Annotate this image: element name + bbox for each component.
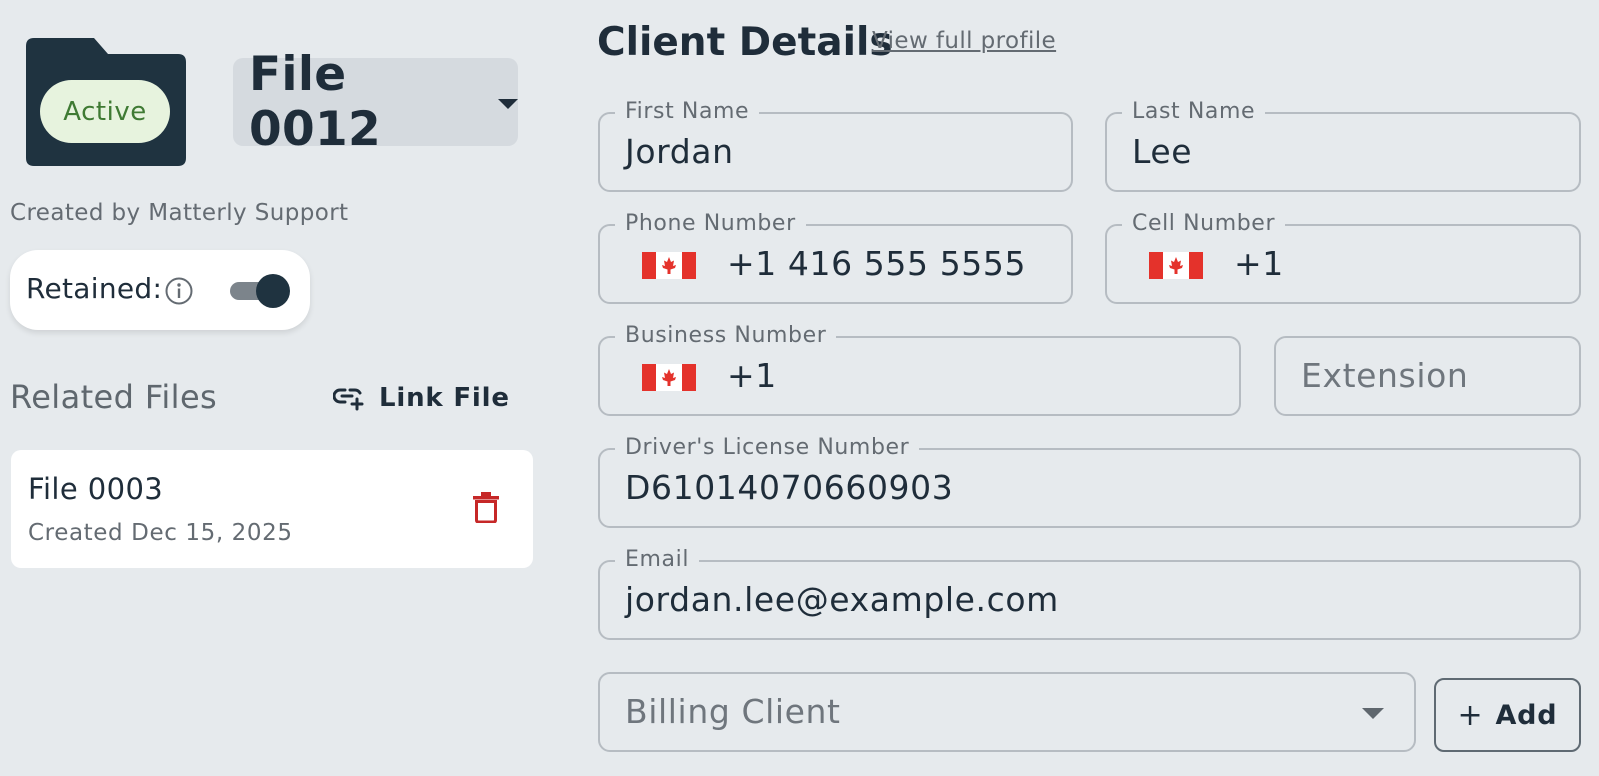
plus-icon: + [1457, 697, 1484, 733]
phone-number-field[interactable]: Phone Number +1 416 555 5555 [598, 210, 1073, 304]
add-billing-client-button[interactable]: + Add [1434, 678, 1581, 752]
drivers-license-value: D61014070660903 [625, 468, 954, 507]
email-field[interactable]: Email jordan.lee@example.com [598, 546, 1581, 640]
billing-client-select[interactable]: Billing Client [598, 672, 1416, 752]
file-selector-dropdown[interactable]: File 0012 [233, 47, 518, 157]
add-button-label: Add [1495, 699, 1558, 731]
drivers-license-label: Driver's License Number [615, 434, 920, 462]
file-folder-badge: Active [26, 38, 186, 166]
last-name-label: Last Name [1122, 98, 1266, 126]
email-label: Email [615, 546, 700, 574]
info-icon[interactable] [164, 276, 194, 310]
canada-flag-icon[interactable] [1149, 252, 1203, 283]
link-add-icon [333, 388, 364, 411]
last-name-value: Lee [1132, 132, 1193, 171]
first-name-value: Jordan [625, 132, 734, 171]
related-file-name: File 0003 [28, 472, 164, 506]
status-badge: Active [40, 80, 170, 143]
first-name-field[interactable]: First Name Jordan [598, 98, 1073, 192]
retained-toggle[interactable] [228, 272, 292, 308]
retained-label: Retained: [26, 272, 163, 305]
cell-number-label: Cell Number [1122, 210, 1286, 238]
cell-number-field[interactable]: Cell Number +1 [1105, 210, 1581, 304]
chevron-down-icon [1362, 708, 1384, 719]
view-full-profile-link[interactable]: View full profile [872, 28, 1056, 54]
business-number-label: Business Number [615, 322, 837, 350]
phone-number-label: Phone Number [615, 210, 806, 238]
billing-client-placeholder: Billing Client [625, 692, 841, 731]
trash-icon[interactable] [472, 491, 500, 527]
drivers-license-field[interactable]: Driver's License Number D61014070660903 [598, 434, 1581, 528]
canada-flag-icon[interactable] [642, 364, 696, 395]
first-name-label: First Name [615, 98, 760, 126]
related-file-date: Created Dec 15, 2025 [28, 520, 293, 546]
related-files-title: Related Files [10, 378, 218, 416]
extension-field[interactable]: Extension [1274, 336, 1581, 416]
created-by-text: Created by Matterly Support [10, 200, 349, 226]
retained-card: Retained: [10, 250, 310, 330]
related-file-card[interactable]: File 0003 Created Dec 15, 2025 [11, 450, 533, 568]
canada-flag-icon[interactable] [642, 252, 696, 283]
last-name-field[interactable]: Last Name Lee [1105, 98, 1581, 192]
link-file-button[interactable]: Link File [333, 380, 510, 416]
file-selector-label: File 0012 [249, 47, 382, 157]
client-details-title: Client Details [597, 20, 893, 65]
phone-number-value: +1 416 555 5555 [727, 244, 1027, 283]
email-value: jordan.lee@example.com [625, 580, 1059, 619]
cell-number-value: +1 [1234, 244, 1284, 283]
toggle-thumb [256, 274, 290, 308]
extension-placeholder: Extension [1301, 356, 1469, 395]
chevron-down-icon [498, 99, 518, 109]
business-number-field[interactable]: Business Number +1 [598, 322, 1241, 416]
business-number-value: +1 [727, 356, 777, 395]
link-file-label: Link File [379, 383, 510, 413]
